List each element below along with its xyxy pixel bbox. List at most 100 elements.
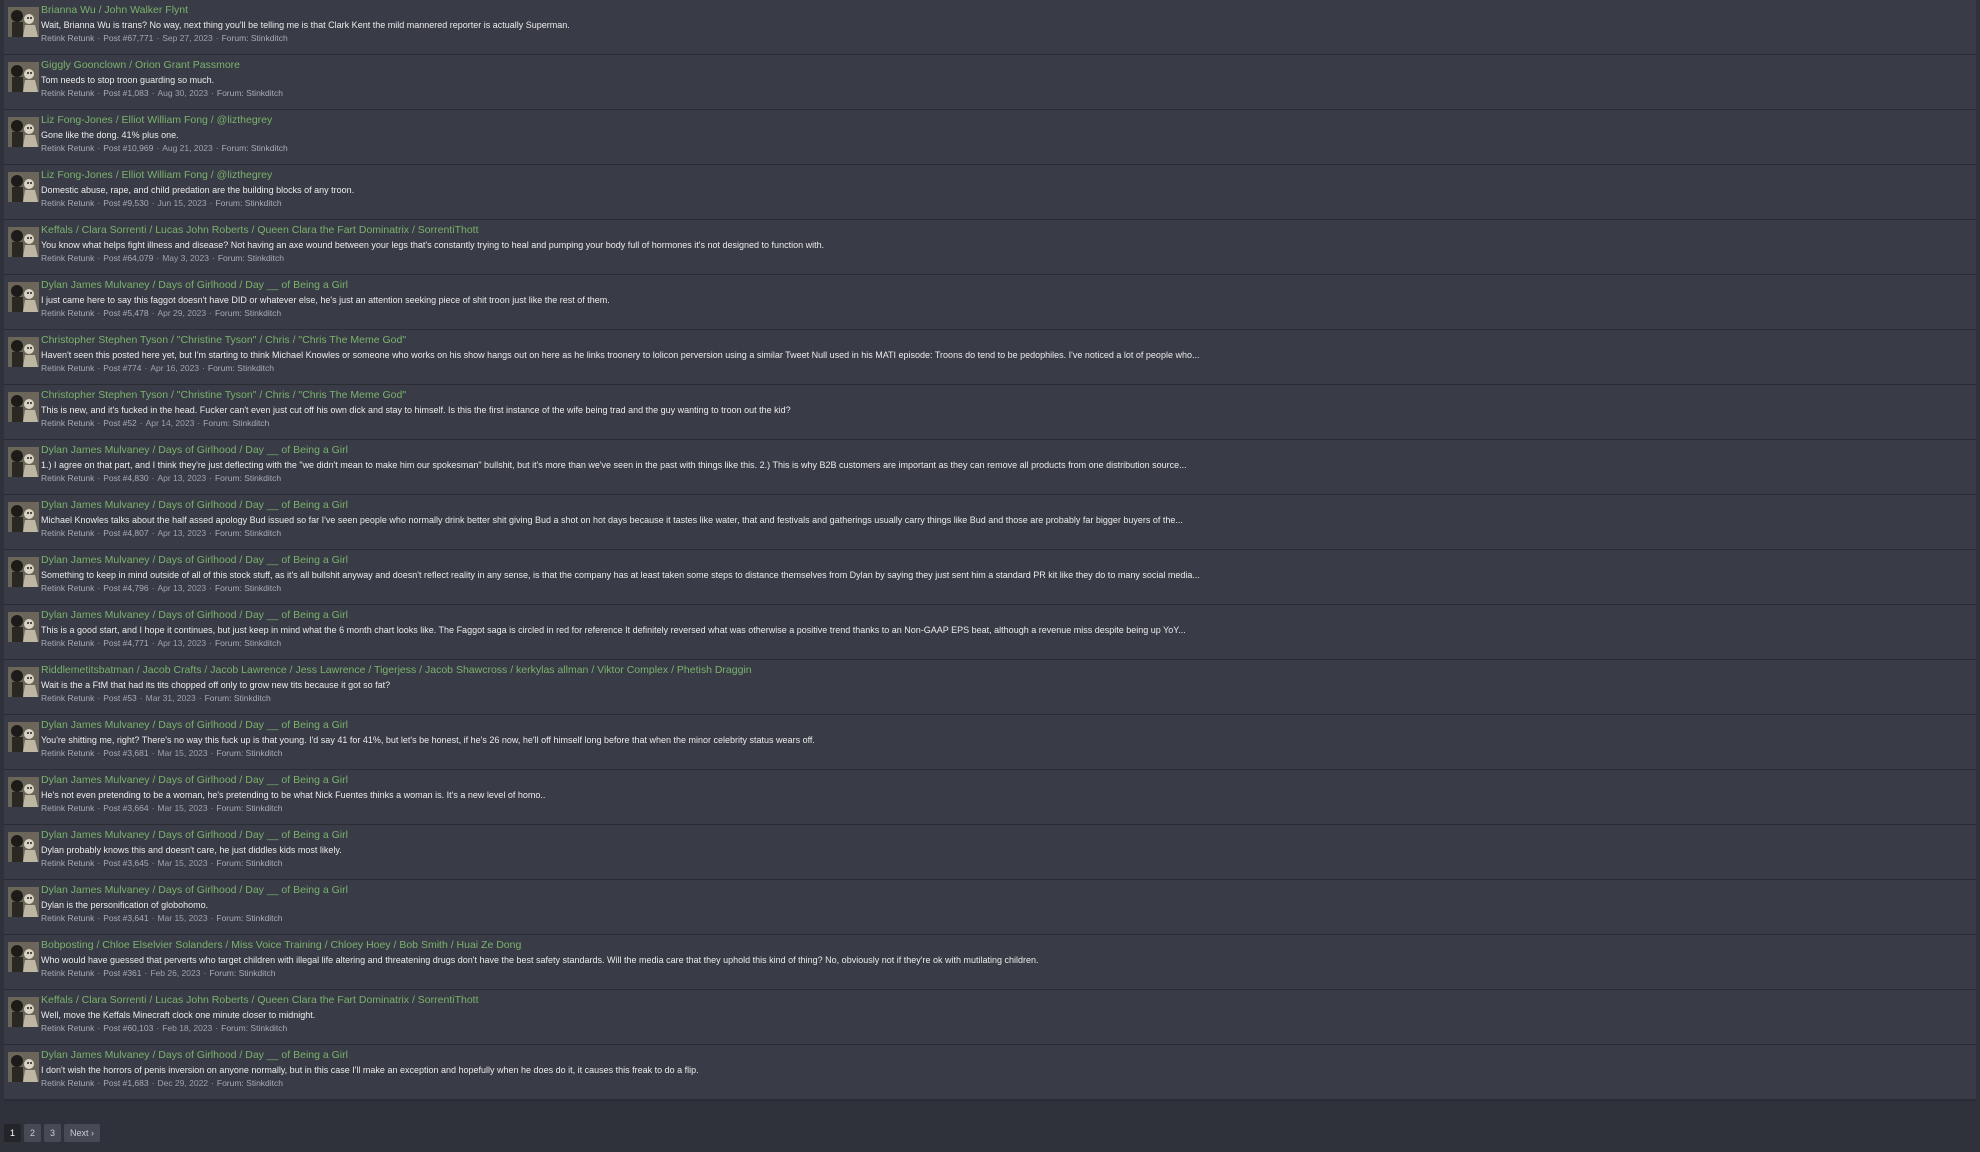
forum-link[interactable]: Forum: Stinkditch (218, 253, 284, 263)
post-number-link[interactable]: Post #3,664 (103, 803, 148, 813)
post-number-link[interactable]: Post #10,969 (103, 143, 153, 153)
author-link[interactable]: Retink Retunk (41, 418, 94, 428)
post-number-link[interactable]: Post #5,478 (103, 308, 148, 318)
post-number-link[interactable]: Post #9,530 (103, 198, 148, 208)
author-link[interactable]: Retink Retunk (41, 528, 94, 538)
forum-link[interactable]: Forum: Stinkditch (222, 33, 288, 43)
author-link[interactable]: Retink Retunk (41, 803, 94, 813)
thread-title-link[interactable]: Christopher Stephen Tyson / "Christine T… (41, 389, 1966, 402)
user-avatar-icon[interactable] (8, 832, 39, 862)
post-number-link[interactable]: Post #3,641 (103, 913, 148, 923)
thread-title-link[interactable]: Dylan James Mulvaney / Days of Girlhood … (41, 1049, 1966, 1062)
forum-link[interactable]: Forum: Stinkditch (221, 1023, 287, 1033)
post-number-link[interactable]: Post #1,683 (103, 1078, 148, 1088)
page-2-button[interactable]: 2 (24, 1124, 41, 1142)
post-number-link[interactable]: Post #361 (103, 968, 141, 978)
thread-title-link[interactable]: Brianna Wu / John Walker Flynt (41, 4, 1966, 17)
forum-link[interactable]: Forum: Stinkditch (215, 583, 281, 593)
forum-link[interactable]: Forum: Stinkditch (216, 748, 282, 758)
thread-title-link[interactable]: Dylan James Mulvaney / Days of Girlhood … (41, 774, 1966, 787)
author-link[interactable]: Retink Retunk (41, 858, 94, 868)
post-number-link[interactable]: Post #4,771 (103, 638, 148, 648)
forum-link[interactable]: Forum: Stinkditch (208, 363, 274, 373)
author-link[interactable]: Retink Retunk (41, 913, 94, 923)
forum-link[interactable]: Forum: Stinkditch (205, 693, 271, 703)
thread-title-link[interactable]: Keffals / Clara Sorrenti / Lucas John Ro… (41, 994, 1966, 1007)
thread-title-link[interactable]: Dylan James Mulvaney / Days of Girlhood … (41, 609, 1966, 622)
page-1-button[interactable]: 1 (4, 1124, 21, 1142)
user-avatar-icon[interactable] (8, 392, 39, 422)
thread-title-link[interactable]: Dylan James Mulvaney / Days of Girlhood … (41, 279, 1966, 292)
thread-title-link[interactable]: Riddlemetitsbatman / Jacob Crafts / Jaco… (41, 664, 1966, 677)
author-link[interactable]: Retink Retunk (41, 198, 94, 208)
author-link[interactable]: Retink Retunk (41, 363, 94, 373)
thread-title-link[interactable]: Keffals / Clara Sorrenti / Lucas John Ro… (41, 224, 1966, 237)
forum-link[interactable]: Forum: Stinkditch (217, 88, 283, 98)
author-link[interactable]: Retink Retunk (41, 748, 94, 758)
post-number-link[interactable]: Post #774 (103, 363, 141, 373)
author-link[interactable]: Retink Retunk (41, 143, 94, 153)
user-avatar-icon[interactable] (8, 62, 39, 92)
thread-title-link[interactable]: Dylan James Mulvaney / Days of Girlhood … (41, 884, 1966, 897)
forum-link[interactable]: Forum: Stinkditch (217, 1078, 283, 1088)
thread-title-link[interactable]: Dylan James Mulvaney / Days of Girlhood … (41, 444, 1966, 457)
forum-link[interactable]: Forum: Stinkditch (216, 858, 282, 868)
thread-title-link[interactable]: Giggly Goonclown / Orion Grant Passmore (41, 59, 1966, 72)
post-number-link[interactable]: Post #3,645 (103, 858, 148, 868)
thread-title-link[interactable]: Dylan James Mulvaney / Days of Girlhood … (41, 719, 1966, 732)
author-link[interactable]: Retink Retunk (41, 473, 94, 483)
forum-link[interactable]: Forum: Stinkditch (216, 803, 282, 813)
user-avatar-icon[interactable] (8, 997, 39, 1027)
thread-title-link[interactable]: Dylan James Mulvaney / Days of Girlhood … (41, 499, 1966, 512)
user-avatar-icon[interactable] (8, 337, 39, 367)
author-link[interactable]: Retink Retunk (41, 638, 94, 648)
forum-link[interactable]: Forum: Stinkditch (215, 308, 281, 318)
user-avatar-icon[interactable] (8, 227, 39, 257)
user-avatar-icon[interactable] (8, 172, 39, 202)
user-avatar-icon[interactable] (8, 282, 39, 312)
forum-link[interactable]: Forum: Stinkditch (216, 913, 282, 923)
post-number-link[interactable]: Post #52 (103, 418, 137, 428)
forum-link[interactable]: Forum: Stinkditch (215, 198, 281, 208)
forum-link[interactable]: Forum: Stinkditch (209, 968, 275, 978)
author-link[interactable]: Retink Retunk (41, 88, 94, 98)
forum-link[interactable]: Forum: Stinkditch (215, 528, 281, 538)
user-avatar-icon[interactable] (8, 612, 39, 642)
post-number-link[interactable]: Post #67,771 (103, 33, 153, 43)
author-link[interactable]: Retink Retunk (41, 1023, 94, 1033)
post-number-link[interactable]: Post #60,103 (103, 1023, 153, 1033)
user-avatar-icon[interactable] (8, 117, 39, 147)
user-avatar-icon[interactable] (8, 667, 39, 697)
author-link[interactable]: Retink Retunk (41, 968, 94, 978)
user-avatar-icon[interactable] (8, 887, 39, 917)
forum-link[interactable]: Forum: Stinkditch (222, 143, 288, 153)
next-page-button[interactable]: Next › (64, 1124, 101, 1142)
post-number-link[interactable]: Post #3,681 (103, 748, 148, 758)
author-link[interactable]: Retink Retunk (41, 253, 94, 263)
author-link[interactable]: Retink Retunk (41, 1078, 94, 1088)
thread-title-link[interactable]: Christopher Stephen Tyson / "Christine T… (41, 334, 1966, 347)
thread-title-link[interactable]: Dylan James Mulvaney / Days of Girlhood … (41, 554, 1966, 567)
thread-title-link[interactable]: Liz Fong-Jones / Elliot William Fong / @… (41, 114, 1966, 127)
thread-title-link[interactable]: Bobposting / Chloe Elselvier Solanders /… (41, 939, 1966, 952)
forum-link[interactable]: Forum: Stinkditch (215, 473, 281, 483)
user-avatar-icon[interactable] (8, 557, 39, 587)
post-number-link[interactable]: Post #64,079 (103, 253, 153, 263)
post-number-link[interactable]: Post #4,830 (103, 473, 148, 483)
thread-title-link[interactable]: Dylan James Mulvaney / Days of Girlhood … (41, 829, 1966, 842)
user-avatar-icon[interactable] (8, 7, 39, 37)
user-avatar-icon[interactable] (8, 447, 39, 477)
author-link[interactable]: Retink Retunk (41, 693, 94, 703)
author-link[interactable]: Retink Retunk (41, 33, 94, 43)
user-avatar-icon[interactable] (8, 502, 39, 532)
user-avatar-icon[interactable] (8, 1052, 39, 1082)
author-link[interactable]: Retink Retunk (41, 583, 94, 593)
user-avatar-icon[interactable] (8, 722, 39, 752)
post-number-link[interactable]: Post #53 (103, 693, 137, 703)
forum-link[interactable]: Forum: Stinkditch (215, 638, 281, 648)
forum-link[interactable]: Forum: Stinkditch (203, 418, 269, 428)
post-number-link[interactable]: Post #4,796 (103, 583, 148, 593)
author-link[interactable]: Retink Retunk (41, 308, 94, 318)
post-number-link[interactable]: Post #4,807 (103, 528, 148, 538)
thread-title-link[interactable]: Liz Fong-Jones / Elliot William Fong / @… (41, 169, 1966, 182)
